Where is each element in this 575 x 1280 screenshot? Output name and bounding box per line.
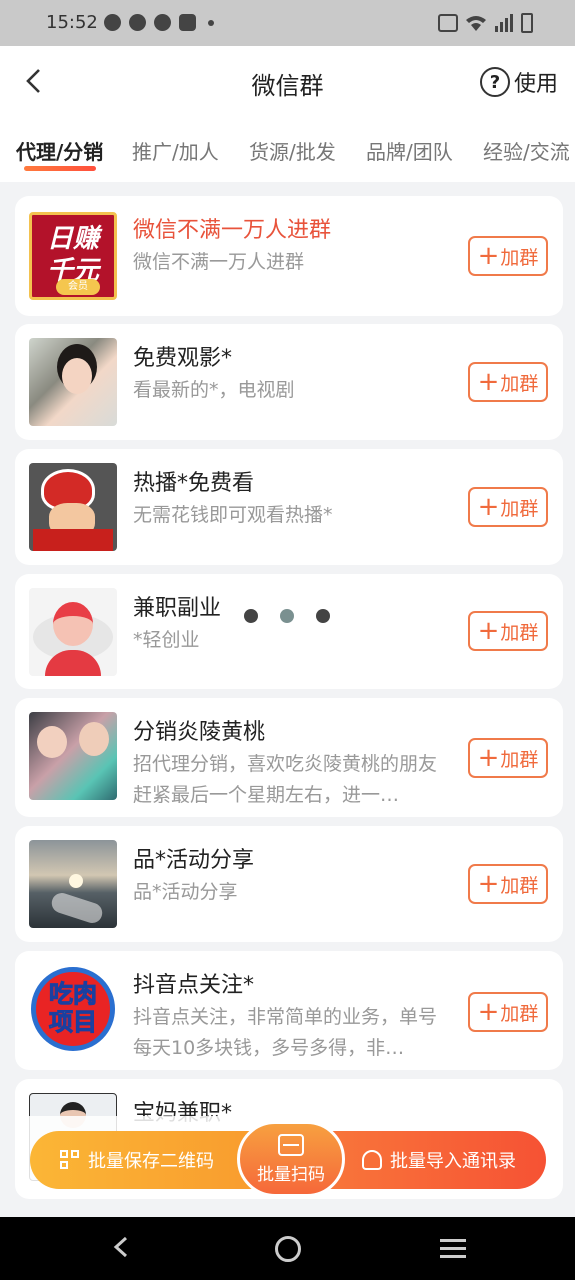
- loading-dot: [280, 609, 294, 623]
- avatar-body: [33, 529, 113, 551]
- check-icon: [154, 14, 171, 31]
- battery-icon: [521, 13, 533, 33]
- help-label: 使用: [513, 72, 558, 97]
- join-group-button[interactable]: + 加群: [468, 236, 548, 276]
- status-bar: 15:52: [0, 0, 575, 46]
- group-desc: 品*活动分享: [133, 881, 238, 903]
- join-group-button[interactable]: + 加群: [468, 487, 548, 527]
- avatar-badge-text: 吃肉 项目: [31, 967, 115, 1051]
- signal-icon: [495, 14, 513, 32]
- plus-icon: +: [477, 241, 500, 271]
- wifi-icon: [466, 16, 486, 31]
- join-group-button[interactable]: + 加群: [468, 738, 548, 778]
- join-group-button[interactable]: + 加群: [468, 992, 548, 1032]
- notification-icons: [104, 14, 214, 31]
- group-avatar: 吃肉 项目: [29, 965, 117, 1053]
- join-group-button[interactable]: + 加群: [468, 864, 548, 904]
- group-card[interactable]: 品*活动分享 品*活动分享 + 加群: [15, 826, 563, 942]
- group-desc: 微信不满一万人进群: [133, 251, 305, 273]
- group-avatar: [29, 588, 117, 676]
- vibrate-icon: [438, 14, 458, 32]
- avatar-head: [53, 602, 93, 646]
- plus-icon: +: [477, 743, 500, 773]
- group-title: 热播*免费看: [133, 471, 255, 496]
- group-card[interactable]: 吃肉 项目 抖音点关注* 抖音点关注，非常简单的业务，单号每天10多块钱，多号多得…: [15, 951, 563, 1070]
- category-tabs: 代理/分销 推广/加人 货源/批发 品牌/团队 经验/交流: [0, 116, 575, 182]
- group-avatar: [29, 712, 117, 800]
- plus-icon: +: [477, 492, 500, 522]
- avatar-poster-text: 日赚 千元: [46, 224, 99, 286]
- tab-experience[interactable]: 经验/交流: [483, 136, 570, 165]
- plus-icon: +: [477, 367, 500, 397]
- settings-icon: [129, 14, 146, 31]
- status-time: 15:52: [46, 12, 98, 33]
- tab-promotion[interactable]: 推广/加人: [132, 136, 219, 165]
- app-header: 微信群 ? 使用: [0, 46, 575, 116]
- group-title: 免费观影*: [133, 346, 233, 371]
- contact-icon: [362, 1150, 382, 1170]
- system-icons: [438, 13, 533, 33]
- loading-dot: [316, 609, 330, 623]
- active-tab-indicator: [24, 166, 96, 171]
- tab-brand[interactable]: 品牌/团队: [366, 136, 453, 165]
- avatar-face-child: [37, 726, 67, 758]
- group-title: 分销炎陵黄桃: [133, 720, 266, 745]
- group-desc: 无需花钱即可观看热播*: [133, 504, 333, 526]
- join-group-button[interactable]: + 加群: [468, 611, 548, 651]
- group-card[interactable]: 兼职副业 *轻创业 + 加群: [15, 574, 563, 689]
- plus-icon: +: [477, 997, 500, 1027]
- group-desc: 看最新的*，电视剧: [133, 379, 295, 401]
- group-card[interactable]: 免费观影* 看最新的*，电视剧 + 加群: [15, 324, 563, 440]
- bag-icon: [179, 14, 196, 31]
- chat-icon: [104, 14, 121, 31]
- group-avatar: 日赚 千元 会员: [29, 212, 117, 300]
- group-avatar: [29, 463, 117, 551]
- vip-badge: 会员: [56, 279, 100, 295]
- group-title: 兼职副业: [133, 596, 222, 621]
- group-avatar: [29, 840, 117, 928]
- nav-back-icon[interactable]: [110, 1235, 134, 1259]
- nav-menu-icon[interactable]: [440, 1239, 466, 1259]
- help-button[interactable]: ? 使用: [479, 66, 558, 98]
- question-icon: ?: [479, 67, 510, 97]
- more-dot-icon: [208, 19, 214, 26]
- qr-code-icon: [60, 1150, 80, 1170]
- group-card[interactable]: 分销炎陵黄桃 招代理分销，喜欢吃炎陵黄桃的朋友赶紧最后一个星期左右，进一… + 加…: [15, 698, 563, 817]
- group-title: 品*活动分享: [133, 848, 255, 873]
- loading-dot: [244, 609, 258, 623]
- group-card[interactable]: 日赚 千元 会员 微信不满一万人进群 微信不满一万人进群 + 加群: [15, 196, 563, 316]
- system-nav-bar: [0, 1217, 575, 1280]
- group-desc: *轻创业: [133, 629, 200, 651]
- avatar-bottle: [49, 890, 105, 926]
- plus-icon: +: [477, 616, 500, 646]
- group-desc: 抖音点关注，非常简单的业务，单号每天10多块钱，多号多得，非…: [133, 1006, 438, 1059]
- scan-icon: [278, 1133, 304, 1156]
- plus-icon: +: [477, 869, 500, 899]
- group-avatar: [29, 338, 117, 426]
- avatar-sun: [69, 874, 83, 888]
- tab-supply[interactable]: 货源/批发: [249, 136, 336, 165]
- nav-home-icon[interactable]: [275, 1236, 301, 1262]
- loading-indicator: [244, 609, 330, 623]
- group-card[interactable]: 热播*免费看 无需花钱即可观看热播* + 加群: [15, 449, 563, 565]
- avatar-face: [62, 358, 92, 394]
- group-desc: 招代理分销，喜欢吃炎陵黄桃的朋友赶紧最后一个星期左右，进一…: [133, 753, 438, 806]
- group-title: 微信不满一万人进群: [133, 218, 332, 243]
- avatar-face-adult: [79, 722, 109, 756]
- group-title: 抖音点关注*: [133, 973, 255, 998]
- batch-scan-button[interactable]: 批量扫码: [237, 1121, 345, 1197]
- join-group-button[interactable]: + 加群: [468, 362, 548, 402]
- tab-agent[interactable]: 代理/分销: [16, 136, 103, 165]
